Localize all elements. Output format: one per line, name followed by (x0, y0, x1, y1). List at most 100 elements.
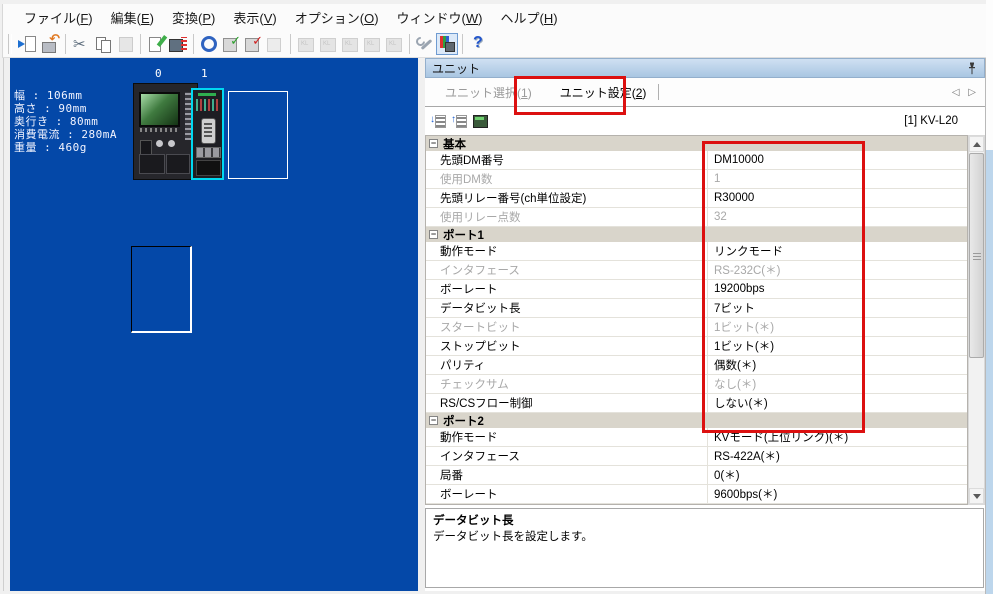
expand-all-icon[interactable] (430, 113, 447, 129)
settings-group-header[interactable]: − ポート2 (426, 413, 967, 428)
setting-row[interactable]: 局番 0(＊) (426, 466, 967, 485)
setting-label[interactable]: 動作モード (426, 242, 708, 260)
settings-scrollbar[interactable] (968, 135, 985, 505)
setting-row[interactable]: スタートビット 1ビット(＊) (426, 318, 967, 337)
kl-unit-4-icon (362, 34, 382, 54)
setting-value[interactable]: 32 (708, 208, 967, 226)
slot-number-0: 0 (155, 67, 162, 80)
setting-value[interactable]: リンクモード (708, 242, 967, 260)
collapse-icon[interactable]: − (429, 230, 438, 239)
menu-item-0[interactable]: ファイル(F) (15, 5, 102, 30)
collapse-icon[interactable]: − (429, 416, 438, 425)
write-unit-icon[interactable] (472, 113, 489, 129)
setting-row[interactable]: ボーレート 9600bps(＊) (426, 485, 967, 504)
setting-value[interactable]: しない(＊) (708, 394, 967, 412)
setting-value[interactable]: R30000 (708, 189, 967, 207)
copy-icon[interactable] (93, 34, 113, 54)
tab-unit-settings[interactable]: ユニット設定(2) (548, 79, 659, 106)
setting-value[interactable]: KVモード(上位リンク)(＊) (708, 428, 967, 446)
setting-label[interactable]: 使用リレー点数 (426, 208, 708, 226)
setting-label[interactable]: インタフェース (426, 261, 708, 279)
toolbar-separator (462, 33, 463, 54)
setting-label[interactable]: ボーレート (426, 280, 708, 298)
setting-row[interactable]: チェックサム なし(＊) (426, 375, 967, 394)
terminal-block (196, 147, 221, 158)
cut-icon[interactable] (71, 34, 91, 54)
setting-row[interactable]: 先頭リレー番号(ch単位設定) R30000 (426, 189, 967, 208)
setting-value[interactable]: 1 (708, 170, 967, 188)
setting-row[interactable]: インタフェース RS-422A(＊) (426, 447, 967, 466)
scroll-down-button[interactable] (969, 488, 984, 504)
menu-item-2[interactable]: 変換(P) (163, 5, 224, 30)
settings-group-header[interactable]: − ポート1 (426, 227, 967, 242)
setting-value[interactable]: 1ビット(＊) (708, 337, 967, 355)
setting-label[interactable]: インタフェース (426, 447, 708, 465)
setting-label[interactable]: 先頭DM番号 (426, 151, 708, 169)
setting-label[interactable]: RS/CSフロー制御 (426, 394, 708, 412)
setting-row[interactable]: 使用DM数 1 (426, 170, 967, 189)
setting-label[interactable]: データビット長 (426, 299, 708, 317)
setting-label[interactable]: チェックサム (426, 375, 708, 393)
setting-value[interactable]: 19200bps (708, 280, 967, 298)
menu-item-3[interactable]: 表示(V) (224, 5, 285, 30)
setting-row[interactable]: RS/CSフロー制御 しない(＊) (426, 394, 967, 413)
device-flash-icon[interactable] (168, 34, 188, 54)
menu-item-5[interactable]: ウィンドウ(W) (388, 5, 492, 30)
setting-value[interactable]: 1ビット(＊) (708, 318, 967, 336)
edit-doc-icon[interactable] (146, 34, 166, 54)
import-project-icon[interactable] (18, 34, 38, 54)
setting-value[interactable]: 0(＊) (708, 466, 967, 484)
scroll-thumb[interactable] (969, 153, 984, 358)
transfer-device-icon[interactable] (40, 31, 60, 54)
collapse-icon[interactable]: − (429, 139, 438, 148)
setting-row[interactable]: パリティ 偶数(＊) (426, 356, 967, 375)
setting-label[interactable]: 使用DM数 (426, 170, 708, 188)
menu-item-6[interactable]: ヘルプ(H) (492, 5, 567, 30)
empty-slot-outline-below[interactable] (131, 246, 192, 333)
help-icon[interactable] (468, 34, 488, 54)
setting-row[interactable]: ボーレート 19200bps (426, 280, 967, 299)
dmrly-sync-icon[interactable] (199, 34, 219, 54)
setting-label[interactable]: 局番 (426, 466, 708, 484)
setting-row[interactable]: 使用リレー点数 32 (426, 208, 967, 227)
setting-label[interactable]: パリティ (426, 356, 708, 374)
setting-value[interactable]: 偶数(＊) (708, 356, 967, 374)
unit-layout-canvas[interactable]: 幅 : 106mm 高さ : 90mm 奥行き : 80mm 消費電流 : 28… (10, 58, 418, 591)
dmrly-check-green-icon[interactable] (221, 33, 241, 54)
kv-l20-unit-image-selected[interactable] (191, 88, 224, 180)
tab-scroll-arrows[interactable]: ◁ ▷ (952, 87, 979, 98)
setting-value[interactable]: 9600bps(＊) (708, 485, 967, 503)
setting-label[interactable]: スタートビット (426, 318, 708, 336)
menu-item-4[interactable]: オプション(O) (286, 5, 388, 30)
setting-label[interactable]: 動作モード (426, 428, 708, 446)
empty-slot-outline-right[interactable] (228, 91, 288, 179)
setting-value[interactable]: RS-422A(＊) (708, 447, 967, 465)
scroll-up-button[interactable] (969, 136, 984, 152)
collapse-all-icon[interactable] (451, 113, 468, 129)
setting-label[interactable]: ボーレート (426, 485, 708, 503)
wrench-icon[interactable] (415, 34, 435, 54)
setting-row[interactable]: ストップビット 1ビット(＊) (426, 337, 967, 356)
cpu-led-row (140, 128, 178, 132)
setting-row[interactable]: 動作モード リンクモード (426, 242, 967, 261)
unit-editor-icon[interactable] (436, 32, 458, 55)
setting-value[interactable]: 7ビット (708, 299, 967, 317)
setting-row[interactable]: データビット長 7ビット (426, 299, 967, 318)
setting-row[interactable]: インタフェース RS-232C(＊) (426, 261, 967, 280)
menu-item-1[interactable]: 編集(E) (102, 5, 163, 30)
pin-icon[interactable] (966, 61, 978, 75)
settings-group-header[interactable]: − 基本 (426, 136, 967, 151)
setting-label[interactable]: 先頭リレー番号(ch単位設定) (426, 189, 708, 207)
setting-label[interactable]: ストップビット (426, 337, 708, 355)
setting-row[interactable]: 動作モード KVモード(上位リンク)(＊) (426, 428, 967, 447)
toolbar-grip[interactable] (8, 33, 12, 54)
setting-value[interactable]: DM10000 (708, 151, 967, 169)
tab-unit-select[interactable]: ユニット選択(1) (433, 79, 544, 106)
cpu-unit-image[interactable] (133, 83, 200, 180)
group-name: 基本 (443, 138, 466, 151)
setting-value[interactable]: RS-232C(＊) (708, 261, 967, 279)
dmrly-check-red-icon[interactable] (243, 33, 263, 54)
setting-row[interactable]: 先頭DM番号 DM10000 (426, 151, 967, 170)
setting-value[interactable]: なし(＊) (708, 375, 967, 393)
window-right-margin (986, 0, 993, 150)
